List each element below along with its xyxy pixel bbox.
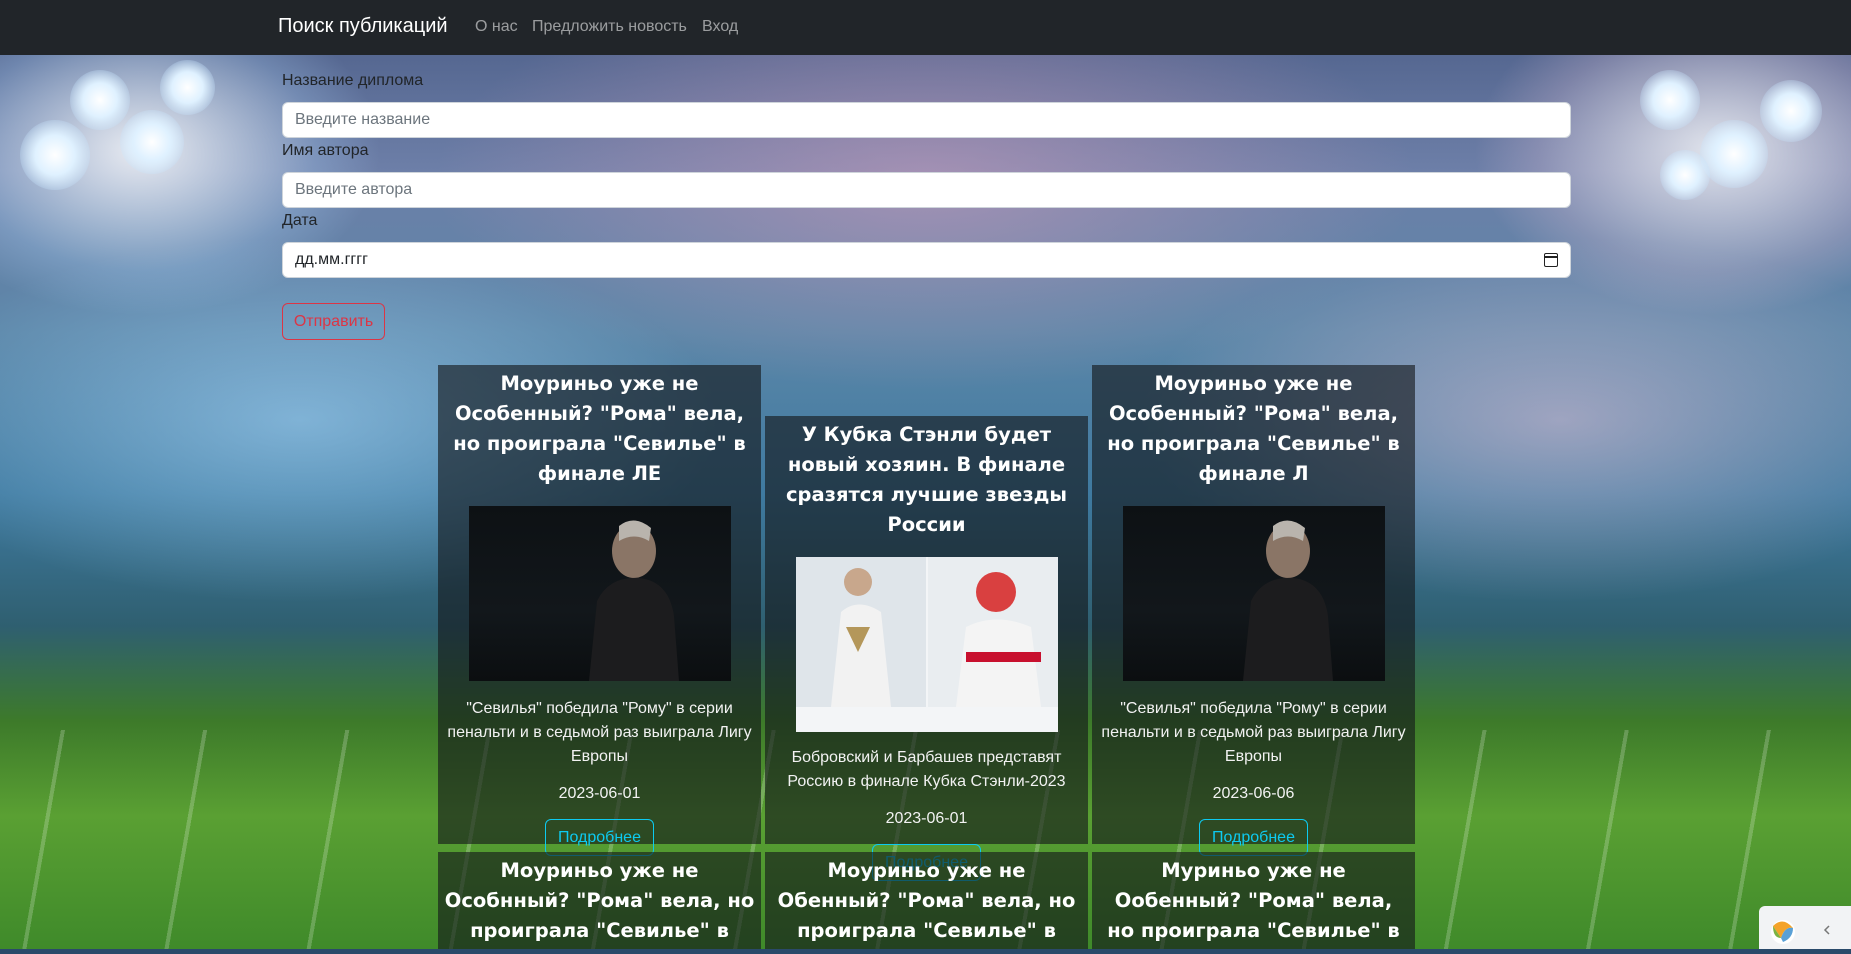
details-button[interactable]: Подробнее — [545, 819, 654, 856]
card-text: "Севилья" победила "Рому" в серии пеналь… — [1101, 700, 1406, 765]
news-card: Моуриньо уже не Особенный? "Рома" вела, … — [438, 365, 761, 856]
news-card: Моуриньо уже не Особнный? "Рома" вела, н… — [438, 852, 761, 949]
mourinho-photo — [468, 506, 731, 681]
floodlight — [120, 110, 184, 174]
floodlight — [1660, 150, 1710, 200]
card-title: Моуриньо уже не Особенный? "Рома" вела, … — [1107, 372, 1400, 485]
floodlight — [1700, 120, 1768, 188]
date-input[interactable]: дд.мм.гггг — [282, 242, 1571, 278]
card-title: Моуриньо уже не Особенный? "Рома" вела, … — [453, 372, 746, 485]
details-button[interactable]: Подробнее — [1199, 819, 1308, 856]
date-placeholder: дд.мм.гггг — [295, 251, 368, 268]
card-title: Моуриньо уже не Особнный? "Рома" вела, н… — [444, 859, 755, 942]
news-card: Муриньо уже не Ообенный? "Рома" вела, но… — [1092, 852, 1415, 949]
floodlight — [1760, 80, 1822, 142]
card-title: Моуриньо уже не Обенный? "Рома" вела, но… — [777, 859, 1076, 942]
floodlight — [70, 70, 130, 130]
card-text: Бобровский и Барбашев представят Россию … — [787, 749, 1066, 790]
nav-link-suggest-news[interactable]: Предложить новость — [532, 18, 687, 36]
floodlight — [160, 60, 215, 115]
floodlight — [1640, 70, 1700, 130]
nav-link-about[interactable]: О нас — [475, 18, 518, 36]
date-label: Дата — [282, 212, 318, 229]
card-date: 2023-06-06 — [1212, 785, 1295, 802]
title-label: Название диплома — [282, 72, 424, 89]
author-label: Имя автора — [282, 142, 369, 159]
floodlight — [20, 120, 90, 190]
submit-button[interactable]: Отправить — [282, 303, 385, 340]
mourinho-photo — [1122, 506, 1385, 681]
calendar-icon[interactable] — [1544, 253, 1558, 267]
title-input[interactable] — [282, 102, 1571, 138]
card-title: Муриньо уже не Ообенный? "Рома" вела, но… — [1107, 859, 1400, 942]
card-date: 2023-06-01 — [885, 810, 968, 827]
author-input[interactable] — [282, 172, 1571, 208]
card-title: У Кубка Стэнли будет новый хозяин. В фин… — [785, 423, 1068, 536]
news-card: Моуриньо уже не Обенный? "Рома" вела, но… — [765, 852, 1088, 949]
brand-link[interactable]: Поиск публикаций — [278, 15, 448, 38]
hockey-photo — [795, 557, 1058, 732]
nav-link-login[interactable]: Вход — [702, 18, 738, 36]
navbar: Поиск публикаций О нас Предложить новост… — [0, 0, 1851, 55]
card-date: 2023-06-01 — [558, 785, 641, 802]
news-card: У Кубка Стэнли будет новый хозяин. В фин… — [765, 416, 1088, 881]
card-text: "Севилья" победила "Рому" в серии пеналь… — [447, 700, 752, 765]
corner-widget[interactable] — [1759, 906, 1851, 949]
news-card: Моуриньо уже не Особенный? "Рома" вела, … — [1092, 365, 1415, 856]
